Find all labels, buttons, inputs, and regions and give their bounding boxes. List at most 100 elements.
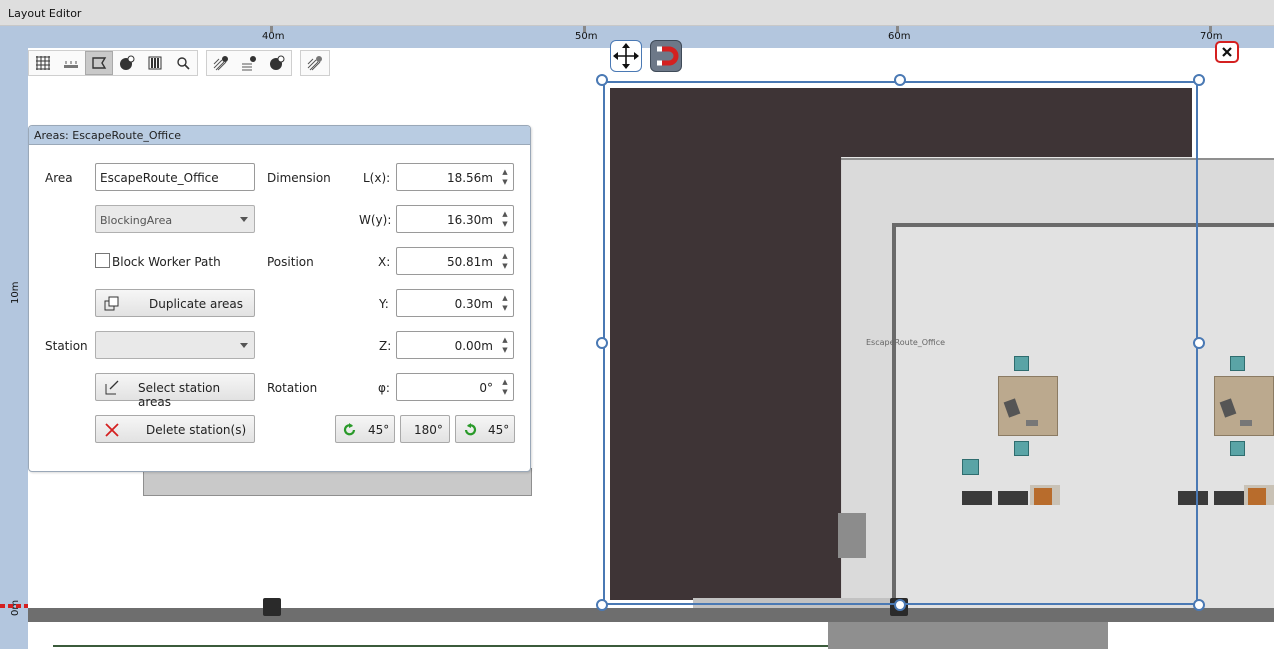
rotate-cw-icon bbox=[464, 423, 477, 436]
chevron-down-icon bbox=[240, 343, 248, 348]
length-x-spinbox[interactable]: 18.56m ▲ ▼ bbox=[396, 163, 514, 191]
rack-icon[interactable] bbox=[141, 51, 169, 75]
block-worker-path-checkbox[interactable] bbox=[95, 253, 110, 268]
station-select[interactable] bbox=[95, 331, 255, 359]
chevron-down-icon bbox=[240, 217, 248, 222]
resize-handle-right[interactable] bbox=[1193, 337, 1205, 349]
box bbox=[1248, 488, 1266, 505]
rotate-180-button[interactable]: 180° bbox=[400, 415, 450, 443]
title-bar: Layout Editor bbox=[0, 0, 1274, 26]
hatch-add-icon[interactable] bbox=[207, 51, 235, 75]
lower-gray-block bbox=[828, 622, 1108, 649]
position-x-spinbox[interactable]: 50.81m ▲ ▼ bbox=[396, 247, 514, 275]
conveyor-add-icon[interactable] bbox=[235, 51, 263, 75]
length-x-value: 18.56m bbox=[446, 171, 493, 185]
rotation-label: Rotation bbox=[267, 381, 318, 395]
position-y-value: 0.30m bbox=[454, 297, 493, 311]
area-label: Area bbox=[45, 171, 73, 185]
resize-handle-bottom-left[interactable] bbox=[596, 599, 608, 611]
area-properties-panel: Areas: EscapeRoute_Office Area EscapeRou… bbox=[28, 125, 531, 472]
duplicate-areas-label: Duplicate areas bbox=[149, 297, 243, 311]
station-label: Station bbox=[45, 339, 88, 353]
delete-x-icon bbox=[105, 423, 119, 437]
bottom-line bbox=[53, 645, 828, 647]
toolbar-group-add bbox=[206, 50, 292, 76]
selection-outline[interactable] bbox=[603, 81, 1198, 605]
resize-handle-left[interactable] bbox=[596, 337, 608, 349]
spin-arrows-icon[interactable]: ▲ ▼ bbox=[500, 377, 510, 397]
rotation-spinbox[interactable]: 0° ▲ ▼ bbox=[396, 373, 514, 401]
area-type-select[interactable]: BlockingArea bbox=[95, 205, 255, 233]
add-station-icon[interactable] bbox=[113, 51, 141, 75]
z-label: Z: bbox=[379, 339, 392, 353]
area-type-value: BlockingArea bbox=[100, 214, 173, 227]
select-station-areas-button[interactable]: Select station areas bbox=[95, 373, 255, 409]
spin-arrows-icon[interactable]: ▲ ▼ bbox=[500, 167, 510, 187]
monitor-icon[interactable] bbox=[1230, 441, 1245, 456]
move-arrows-icon bbox=[613, 43, 639, 69]
position-label: Position bbox=[267, 255, 314, 269]
position-y-spinbox[interactable]: 0.30m ▲ ▼ bbox=[396, 289, 514, 317]
editor-toolbar bbox=[28, 50, 338, 76]
select-area-icon[interactable] bbox=[85, 51, 113, 75]
area-name-value: EscapeRoute_Office bbox=[100, 171, 219, 185]
x-label: X: bbox=[378, 255, 391, 269]
rotate-cw-45-button[interactable]: 45° bbox=[455, 415, 515, 443]
rotate-ccw-45-button[interactable]: 45° bbox=[335, 415, 395, 443]
duplicate-icon bbox=[104, 296, 119, 311]
origin-marker bbox=[0, 604, 28, 608]
rotate-ccw-icon bbox=[343, 423, 356, 436]
position-z-value: 0.00m bbox=[454, 339, 493, 353]
resize-handle-bottom[interactable] bbox=[894, 599, 906, 611]
grid-icon[interactable] bbox=[29, 51, 57, 75]
ruler-label-50m: 50m bbox=[575, 31, 598, 42]
spin-arrows-icon[interactable]: ▲ ▼ bbox=[500, 335, 510, 355]
phi-label: φ: bbox=[378, 381, 390, 395]
rotate-cw-label: 45° bbox=[488, 423, 510, 437]
position-z-spinbox[interactable]: 0.00m ▲ ▼ bbox=[396, 331, 514, 359]
width-y-spinbox[interactable]: 16.30m ▲ ▼ bbox=[396, 205, 514, 233]
panel-title: Areas: EscapeRoute_Office bbox=[34, 129, 182, 142]
resize-handle-bottom-right[interactable] bbox=[1193, 599, 1205, 611]
ruler-icon[interactable] bbox=[57, 51, 85, 75]
zoom-icon[interactable] bbox=[169, 51, 197, 75]
select-station-areas-label: Select station areas bbox=[138, 381, 221, 409]
ruler-label-10m: 10m bbox=[10, 281, 21, 304]
resize-handle-top-right[interactable] bbox=[1193, 74, 1205, 86]
left-ruler: 10m 0m bbox=[0, 26, 28, 649]
monitor-icon[interactable] bbox=[1230, 356, 1245, 371]
ruler-tick bbox=[270, 26, 273, 32]
toolbar-group-view bbox=[28, 50, 198, 76]
rotation-value: 0° bbox=[479, 381, 493, 395]
duplicate-areas-button[interactable]: Duplicate areas bbox=[95, 289, 255, 317]
ruler-label-40m: 40m bbox=[262, 31, 285, 42]
close-button[interactable] bbox=[1215, 41, 1239, 63]
ruler-tick bbox=[896, 26, 899, 32]
spin-arrows-icon[interactable]: ▲ ▼ bbox=[500, 209, 510, 229]
keyboard-icon bbox=[1240, 420, 1252, 426]
ruler-corner bbox=[0, 26, 28, 48]
block-worker-path-label: Block Worker Path bbox=[112, 255, 221, 269]
delete-stations-button[interactable]: Delete station(s) bbox=[95, 415, 255, 443]
station-add-icon[interactable] bbox=[263, 51, 291, 75]
delete-stations-label: Delete station(s) bbox=[146, 423, 247, 437]
resize-handle-top[interactable] bbox=[894, 74, 906, 86]
rotate-ccw-label: 45° bbox=[368, 423, 390, 437]
ruler-tick bbox=[1209, 26, 1212, 32]
magnet-button[interactable] bbox=[650, 40, 682, 72]
magnet-icon bbox=[657, 46, 679, 66]
spin-arrows-icon[interactable]: ▲ ▼ bbox=[500, 293, 510, 313]
resize-handle-top-left[interactable] bbox=[596, 74, 608, 86]
area-name-input[interactable]: EscapeRoute_Office bbox=[95, 163, 255, 191]
position-x-value: 50.81m bbox=[446, 255, 493, 269]
spin-arrows-icon[interactable]: ▲ ▼ bbox=[500, 251, 510, 271]
floor-strip bbox=[143, 468, 532, 496]
bench bbox=[1214, 491, 1244, 505]
width-y-value: 16.30m bbox=[446, 213, 493, 227]
pillar bbox=[263, 598, 281, 616]
rotate-180-label: 180° bbox=[414, 423, 443, 437]
wy-label: W(y): bbox=[359, 213, 392, 227]
ruler-tick bbox=[583, 26, 586, 32]
hatch-edit-icon[interactable] bbox=[301, 51, 329, 75]
move-button[interactable] bbox=[610, 40, 642, 72]
